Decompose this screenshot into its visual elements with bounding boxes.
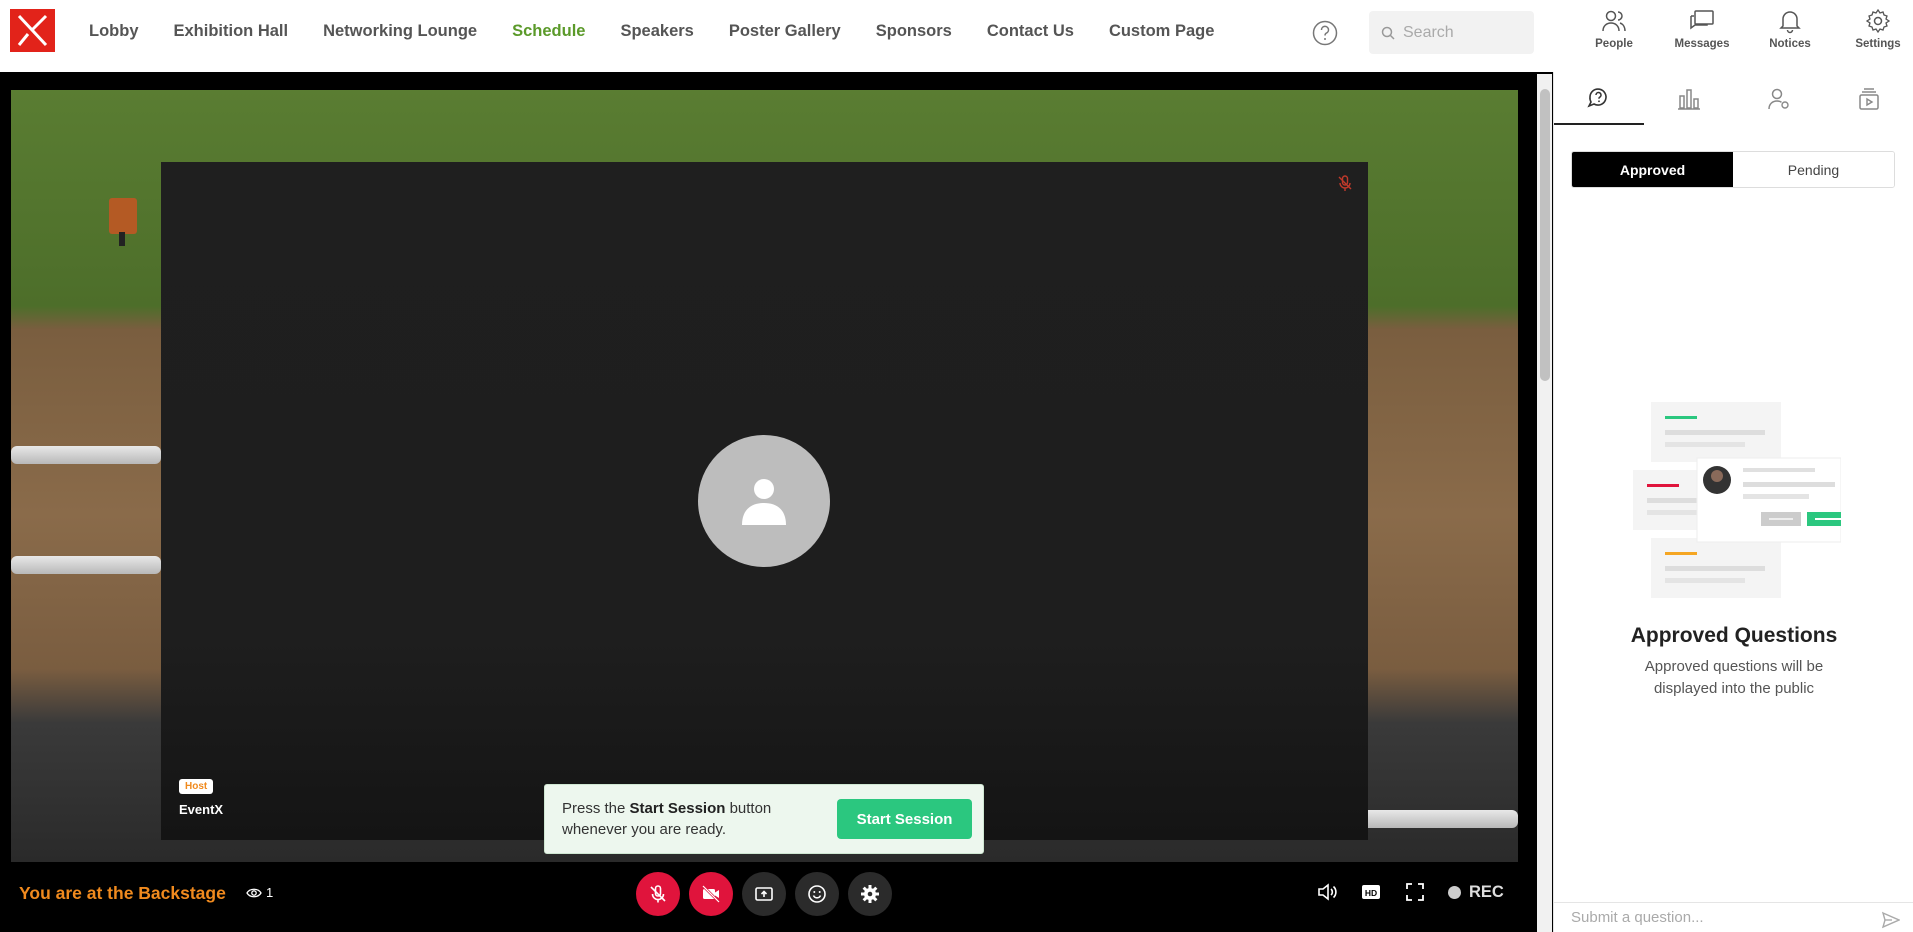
- scene-pipe: [11, 446, 161, 464]
- stage-settings-button[interactable]: [848, 872, 892, 916]
- hd-quality-icon[interactable]: HD: [1360, 881, 1382, 903]
- settings-label: Settings: [1855, 38, 1901, 50]
- fullscreen-icon[interactable]: [1404, 881, 1426, 903]
- messages-icon: [1690, 10, 1714, 30]
- qa-side-panel: Approved Pending Approved Questions Appr…: [1553, 72, 1913, 932]
- stage-area: Host EventX Press the Start Session butt…: [0, 72, 1553, 932]
- empty-state-title: Approved Questions: [1630, 624, 1838, 647]
- bottom-control-bar: You are at the Backstage 1 HD REC: [0, 863, 1553, 932]
- x-logo-icon: [17, 14, 48, 47]
- scene-bench: [109, 198, 137, 246]
- viewer-count: 1: [246, 885, 273, 900]
- search-box[interactable]: [1369, 11, 1534, 54]
- svg-text:HD: HD: [1365, 888, 1377, 898]
- notices-button[interactable]: Notices: [1746, 8, 1834, 50]
- media-queue-icon: [1859, 87, 1879, 110]
- top-icon-bar: People Messages Notices Settings: [1570, 8, 1913, 50]
- start-session-toast: Press the Start Session button whenever …: [544, 784, 984, 854]
- nav-item-exhibition-hall[interactable]: Exhibition Hall: [174, 22, 289, 41]
- nav-item-poster-gallery[interactable]: Poster Gallery: [729, 22, 841, 41]
- camera-off-icon: [702, 885, 720, 903]
- notices-label: Notices: [1769, 38, 1811, 50]
- location-label: You are at the Backstage: [19, 883, 226, 903]
- muted-mic-icon: [1338, 175, 1352, 191]
- tab-attendees[interactable]: [1734, 72, 1824, 125]
- start-session-button[interactable]: Start Session: [837, 799, 972, 839]
- pending-tab[interactable]: Pending: [1733, 152, 1894, 187]
- approved-tab[interactable]: Approved: [1572, 152, 1733, 187]
- send-icon[interactable]: [1882, 911, 1900, 929]
- messages-button[interactable]: Messages: [1658, 8, 1746, 50]
- host-name: EventX: [179, 802, 224, 817]
- user-icon: [742, 479, 786, 525]
- tab-questions[interactable]: [1554, 72, 1644, 125]
- people-button[interactable]: People: [1570, 8, 1658, 50]
- main-nav: Lobby Exhibition Hall Networking Lounge Sch…: [89, 0, 1249, 62]
- bell-icon: [1779, 11, 1801, 34]
- settings-button[interactable]: Settings: [1834, 8, 1913, 50]
- nav-item-networking-lounge[interactable]: Networking Lounge: [323, 22, 477, 41]
- nav-item-sponsors[interactable]: Sponsors: [876, 22, 952, 41]
- nav-item-contact-us[interactable]: Contact Us: [987, 22, 1074, 41]
- host-badge: Host: [179, 779, 214, 794]
- mic-toggle-button[interactable]: [636, 872, 680, 916]
- mic-off-icon: [650, 885, 666, 903]
- avatar: [698, 435, 830, 567]
- top-navigation: Lobby Exhibition Hall Networking Lounge Sch…: [0, 0, 1913, 72]
- panel-tabs: [1554, 72, 1913, 125]
- playback-controls: HD REC: [1316, 881, 1504, 903]
- media-controls: [636, 872, 901, 916]
- share-screen-button[interactable]: [742, 872, 786, 916]
- reactions-button[interactable]: [795, 872, 839, 916]
- eye-icon: [246, 888, 262, 897]
- share-screen-icon: [755, 887, 773, 901]
- rec-dot-icon: [1448, 885, 1461, 899]
- nav-item-speakers[interactable]: Speakers: [620, 22, 693, 41]
- nav-item-lobby[interactable]: Lobby: [89, 22, 139, 41]
- scene-pipe: [11, 556, 161, 574]
- user-settings-icon: [1768, 88, 1789, 109]
- question-input[interactable]: [1571, 909, 1871, 926]
- host-video-tile[interactable]: Host EventX: [161, 162, 1368, 840]
- empty-state-description: Approved questions will be displayed int…: [1644, 658, 1824, 697]
- camera-toggle-button[interactable]: [689, 872, 733, 916]
- bar-chart-icon: [1678, 88, 1700, 110]
- stage-scrollbar-thumb[interactable]: [1540, 89, 1550, 381]
- gear-icon: [1865, 8, 1891, 34]
- volume-icon[interactable]: [1316, 881, 1338, 903]
- question-bubble-icon: [1587, 87, 1607, 108]
- search-icon: [1381, 26, 1395, 40]
- people-icon: [1602, 10, 1626, 32]
- search-input[interactable]: [1403, 23, 1523, 42]
- question-filter-toggle: Approved Pending: [1571, 151, 1895, 188]
- empty-questions-illustration: [1633, 402, 1841, 598]
- nav-item-custom-page[interactable]: Custom Page: [1109, 22, 1214, 41]
- gear-icon: [861, 885, 879, 903]
- nav-item-schedule[interactable]: Schedule: [512, 22, 585, 41]
- brand-logo[interactable]: [10, 9, 55, 52]
- recording-indicator[interactable]: REC: [1448, 883, 1504, 902]
- tab-polls[interactable]: [1644, 72, 1734, 125]
- smiley-icon: [808, 885, 826, 903]
- people-label: People: [1595, 38, 1633, 50]
- messages-label: Messages: [1674, 38, 1730, 50]
- help-icon[interactable]: [1312, 20, 1338, 46]
- toast-message: Press the Start Session button whenever …: [562, 800, 772, 838]
- question-input-bar: [1554, 902, 1913, 932]
- tab-media[interactable]: [1824, 72, 1913, 125]
